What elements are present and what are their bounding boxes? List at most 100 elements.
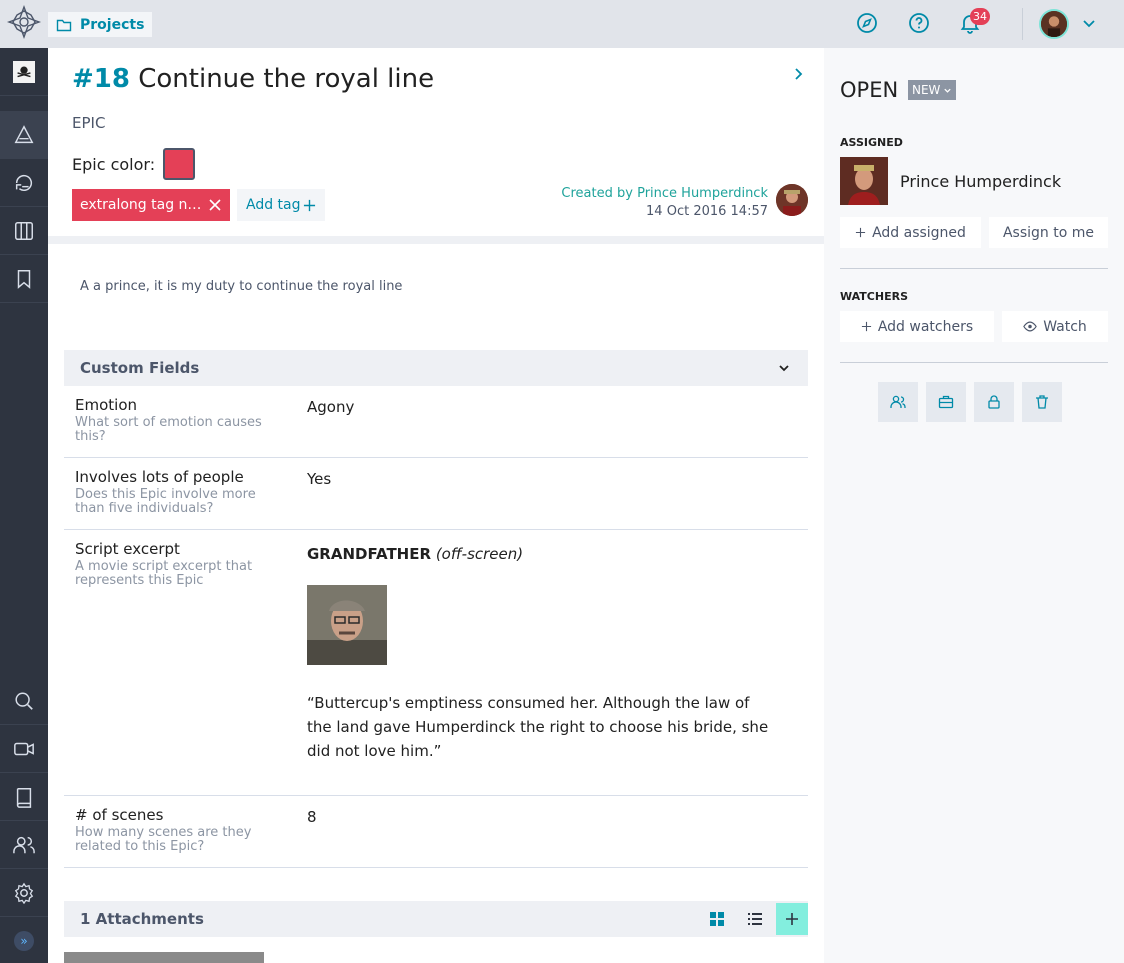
assign-to-me-button[interactable]: Assign to me <box>989 217 1108 248</box>
description[interactable]: A a prince, it is my duty to continue th… <box>80 279 402 294</box>
plus-icon <box>303 199 315 211</box>
assignee-name[interactable]: Prince Humperdinck <box>900 172 1061 191</box>
custom-field-row: Script excerpt A movie script excerpt th… <box>64 530 808 796</box>
team-icon[interactable] <box>0 821 48 869</box>
custom-field-row: # of scenes How many scenes are they rel… <box>64 796 808 868</box>
custom-fields-title: Custom Fields <box>80 359 200 377</box>
backlog-icon[interactable] <box>0 159 48 207</box>
status-label: OPEN <box>840 78 899 102</box>
attachment-thumbnail[interactable] <box>64 952 264 963</box>
chevron-down-icon[interactable] <box>776 360 792 376</box>
script-quote: “Buttercup's emptiness consumed her. Alt… <box>307 694 769 760</box>
creator-avatar[interactable] <box>776 184 808 216</box>
add-attachment-button[interactable] <box>776 903 808 935</box>
discover-icon[interactable] <box>855 11 879 35</box>
custom-fields-header[interactable]: Custom Fields <box>64 350 808 386</box>
epic-color-swatch[interactable] <box>163 148 196 180</box>
chevron-down-icon[interactable] <box>1080 14 1098 32</box>
created-by[interactable]: Created by Prince Humperdinck <box>561 185 768 203</box>
plus-icon <box>861 321 871 332</box>
assign-to-me-label: Assign to me <box>1002 224 1095 241</box>
search-icon[interactable] <box>0 677 48 725</box>
custom-field-row: Involves lots of people Does this Epic i… <box>64 458 808 530</box>
chevron-right-icon[interactable] <box>790 66 806 82</box>
trash-icon <box>1036 395 1048 409</box>
issue-detail: #18 Continue the royal line EPIC Epic co… <box>48 48 824 963</box>
project-logo[interactable] <box>0 48 48 96</box>
client-requirement-button[interactable] <box>926 382 966 422</box>
top-bar: Projects 34 <box>0 0 1124 48</box>
kanban-icon[interactable] <box>0 207 48 255</box>
issue-title[interactable]: Continue the royal line <box>138 64 434 94</box>
watch-button[interactable]: Watch <box>1002 311 1108 342</box>
folder-icon <box>56 19 72 31</box>
add-assigned-label: Add assigned <box>872 224 966 241</box>
left-navigation: » <box>0 48 48 963</box>
field-value[interactable]: 8 <box>307 808 317 826</box>
assigned-label: ASSIGNED <box>840 136 903 149</box>
assignee-avatar[interactable] <box>840 157 888 205</box>
team-requirement-button[interactable] <box>878 382 918 422</box>
notification-badge: 34 <box>970 8 990 25</box>
taiga-logo-icon[interactable] <box>6 4 42 40</box>
attachments-header: 1 Attachments <box>64 901 808 937</box>
projects-button[interactable]: Projects <box>48 12 153 37</box>
wiki-bookmark-icon[interactable] <box>0 255 48 303</box>
field-name: Emotion <box>75 396 137 414</box>
issue-ref[interactable]: #18 <box>72 64 130 94</box>
issue-sidebar: OPEN NEW ASSIGNED Prince Humperdinck Add… <box>824 48 1124 963</box>
field-value[interactable]: Agony <box>307 398 354 416</box>
add-assigned-button[interactable]: Add assigned <box>840 217 981 248</box>
field-description: What sort of emotion causes this? <box>75 415 262 444</box>
add-tag-label: Add tag <box>246 197 301 213</box>
custom-field-row: Emotion What sort of emotion causes this… <box>64 386 808 458</box>
page-title: #18 Continue the royal line <box>72 64 434 94</box>
chevron-down-icon <box>944 88 952 93</box>
divider <box>840 362 1108 363</box>
divider <box>840 268 1108 269</box>
status-dropdown[interactable]: NEW <box>908 80 957 100</box>
delete-button[interactable] <box>1022 382 1062 422</box>
field-description: A movie script excerpt that represents t… <box>75 559 253 588</box>
field-description: How many scenes are they related to this… <box>75 825 252 854</box>
lock-icon <box>988 395 1000 409</box>
book-icon[interactable] <box>0 773 48 821</box>
divider <box>48 236 824 244</box>
script-speaker: GRANDFATHER <box>307 545 432 563</box>
script-parenthetical: (off-screen) <box>435 545 524 563</box>
field-value[interactable]: Yes <box>307 470 331 488</box>
tag-chip[interactable]: extralong tag na… <box>72 189 230 221</box>
topbar-divider <box>1022 8 1023 40</box>
gallery-view-icon[interactable] <box>698 902 736 936</box>
video-icon[interactable] <box>0 725 48 773</box>
field-name: Script excerpt <box>75 540 180 558</box>
block-button[interactable] <box>974 382 1014 422</box>
add-tag-button[interactable]: Add tag <box>237 189 325 221</box>
created-date: 14 Oct 2016 14:57 <box>646 204 768 219</box>
expand-nav-button[interactable]: » <box>14 931 34 951</box>
team-icon <box>890 395 906 408</box>
epic-color-row: Epic color: <box>72 148 196 180</box>
settings-icon[interactable] <box>0 869 48 917</box>
add-watchers-label: Add watchers <box>877 318 974 335</box>
add-watchers-button[interactable]: Add watchers <box>840 311 994 342</box>
briefcase-icon <box>938 395 954 409</box>
field-description: Does this Epic involve more than five in… <box>75 487 256 516</box>
field-name: # of scenes <box>75 806 164 824</box>
plus-icon <box>786 913 798 925</box>
status-badge-label: NEW <box>912 83 941 97</box>
watch-label: Watch <box>1043 318 1087 335</box>
close-icon[interactable] <box>208 198 222 212</box>
help-icon[interactable] <box>907 11 931 35</box>
projects-label: Projects <box>80 16 145 33</box>
user-avatar[interactable] <box>1039 9 1069 39</box>
list-view-icon[interactable] <box>736 902 774 936</box>
watchers-label: WATCHERS <box>840 290 908 303</box>
attachment-view-controls <box>698 901 808 937</box>
plus-icon <box>855 227 866 238</box>
script-photo <box>307 585 387 665</box>
script-heading[interactable]: GRANDFATHER (off-screen) <box>307 542 777 566</box>
issue-type: EPIC <box>72 114 106 132</box>
attachments-title: 1 Attachments <box>80 910 204 928</box>
epics-icon[interactable] <box>0 111 48 159</box>
